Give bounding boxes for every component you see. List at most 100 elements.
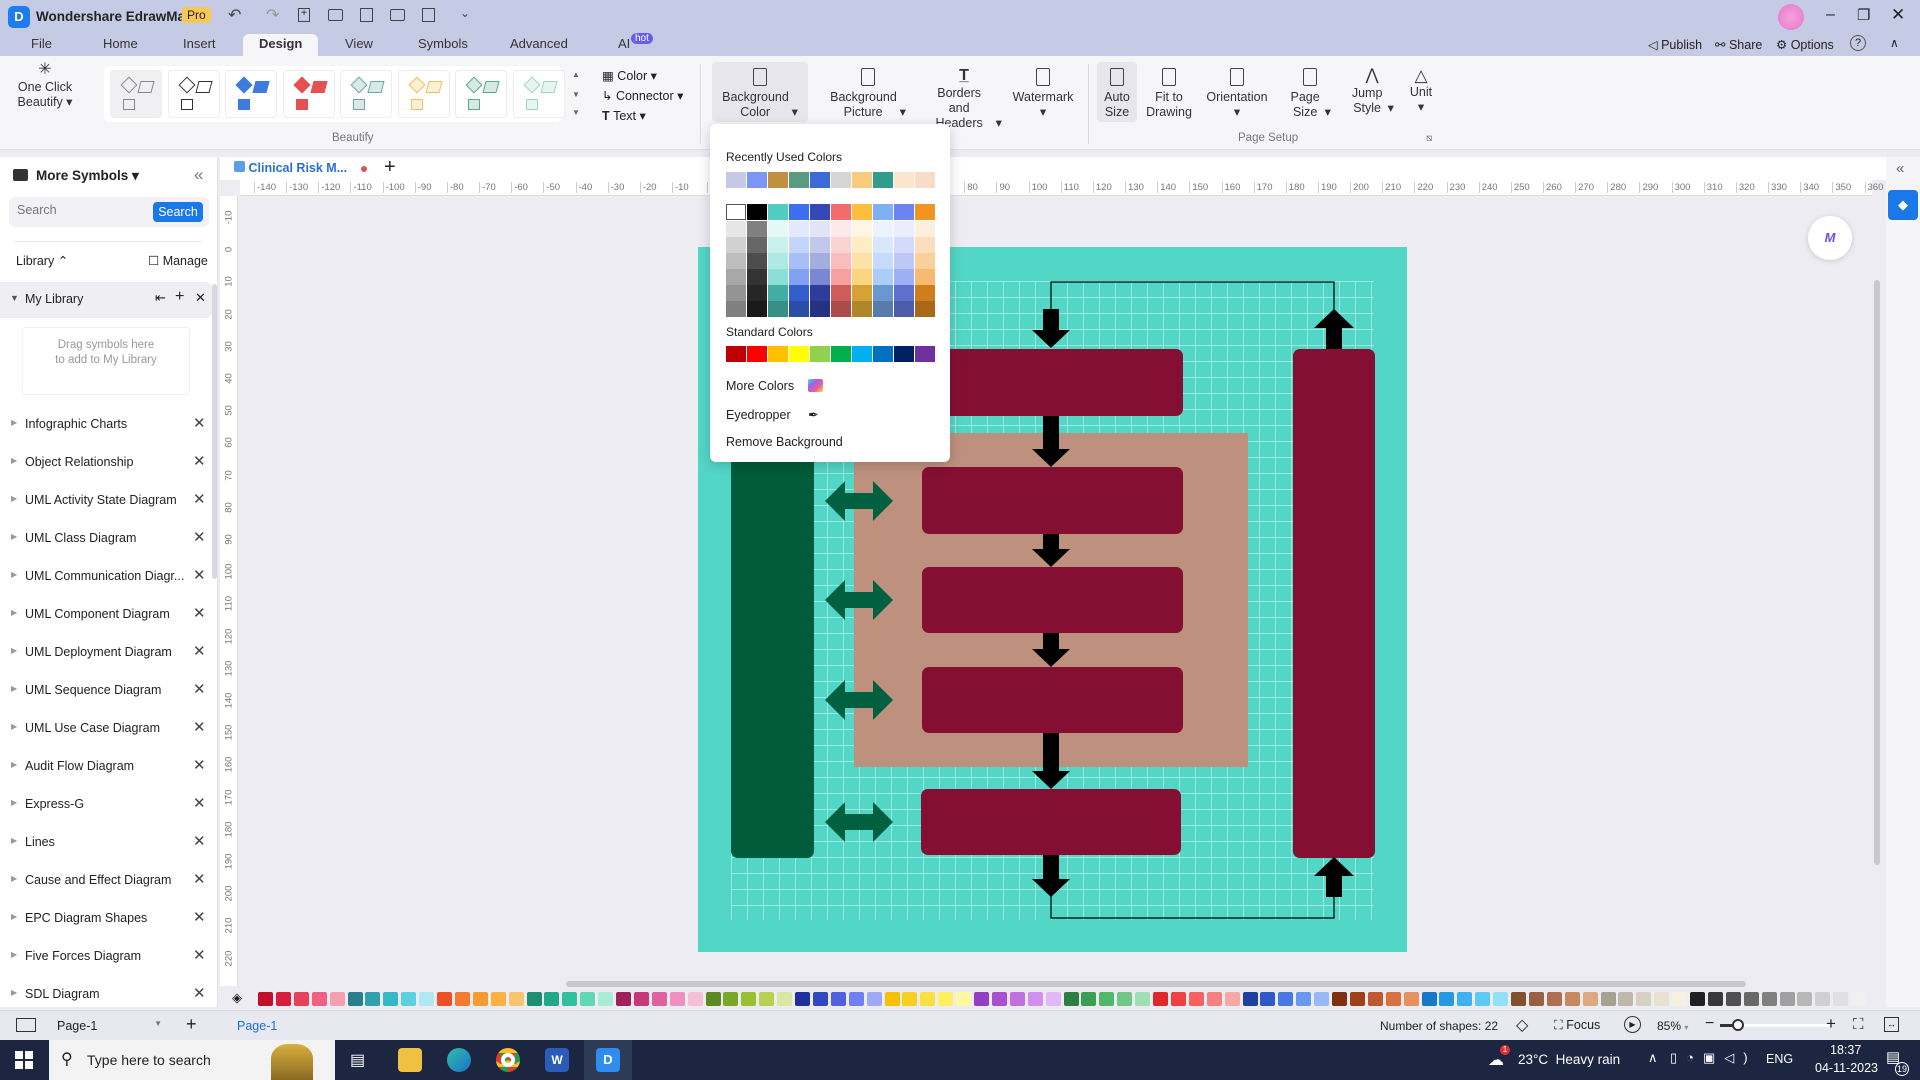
fit-width-icon[interactable]: ↔ — [1884, 1017, 1899, 1032]
theme-color-swatch[interactable] — [768, 237, 788, 253]
theme-color-swatch[interactable] — [768, 221, 788, 237]
palette-color-swatch[interactable] — [562, 992, 578, 1006]
standard-color-swatch[interactable] — [852, 346, 872, 362]
theme-color-swatch[interactable] — [768, 301, 788, 317]
theme-color-swatch[interactable] — [873, 301, 893, 317]
theme-color-swatch[interactable] — [768, 285, 788, 301]
palette-color-swatch[interactable] — [1188, 992, 1204, 1006]
recent-color-swatch[interactable] — [768, 172, 788, 188]
theme-color-swatch[interactable] — [831, 269, 851, 285]
theme-color-swatch[interactable] — [726, 269, 746, 285]
palette-color-swatch[interactable] — [1833, 992, 1849, 1006]
theme-color-swatch[interactable] — [915, 285, 935, 301]
palette-color-swatch[interactable] — [1743, 992, 1759, 1006]
palette-color-swatch[interactable] — [777, 992, 793, 1006]
palette-color-swatch[interactable] — [419, 992, 435, 1006]
palette-color-swatch[interactable] — [1672, 992, 1688, 1006]
clock-date[interactable]: 04-11-2023 — [1815, 1061, 1878, 1075]
theme-color-swatch[interactable] — [831, 204, 851, 220]
palette-color-swatch[interactable] — [1278, 992, 1294, 1006]
theme-color-swatch[interactable] — [873, 221, 893, 237]
theme-color-swatch[interactable] — [831, 221, 851, 237]
theme-color-swatch[interactable] — [789, 237, 809, 253]
palette-color-swatch[interactable] — [1761, 992, 1777, 1006]
theme-color-swatch[interactable] — [915, 253, 935, 269]
palette-color-swatch[interactable] — [1206, 992, 1222, 1006]
palette-color-swatch[interactable] — [401, 992, 417, 1006]
zoom-in-button[interactable]: + — [1826, 1014, 1836, 1034]
focus-button[interactable]: ⛶ Focus — [1554, 1018, 1600, 1033]
vertical-scrollbar[interactable] — [1874, 280, 1880, 865]
play-icon[interactable]: ▶ — [1624, 1016, 1641, 1033]
palette-color-swatch[interactable] — [1349, 992, 1365, 1006]
theme-color-swatch[interactable] — [726, 204, 746, 220]
theme-color-swatch[interactable] — [726, 221, 746, 237]
chrome-icon[interactable] — [496, 1048, 520, 1072]
palette-color-swatch[interactable] — [526, 992, 542, 1006]
palette-color-swatch[interactable] — [1707, 992, 1723, 1006]
word-icon[interactable]: W — [545, 1048, 569, 1072]
theme-color-swatch[interactable] — [726, 237, 746, 253]
palette-color-swatch[interactable] — [1725, 992, 1741, 1006]
palette-color-swatch[interactable] — [1636, 992, 1652, 1006]
theme-color-swatch[interactable] — [789, 301, 809, 317]
palette-color-swatch[interactable] — [938, 992, 954, 1006]
palette-color-swatch[interactable] — [1117, 992, 1133, 1006]
theme-color-swatch[interactable] — [873, 253, 893, 269]
palette-color-swatch[interactable] — [1153, 992, 1168, 1006]
palette-color-swatch[interactable] — [437, 992, 452, 1006]
theme-color-swatch[interactable] — [789, 204, 809, 220]
theme-color-swatch[interactable] — [852, 221, 872, 237]
process-box-1[interactable] — [930, 349, 1183, 416]
more-colors-item[interactable]: More Colors — [726, 379, 823, 393]
process-box-2[interactable] — [922, 467, 1183, 534]
theme-color-swatch[interactable] — [894, 253, 914, 269]
palette-color-swatch[interactable] — [920, 992, 936, 1006]
palette-color-swatch[interactable] — [1260, 992, 1276, 1006]
palette-color-swatch[interactable] — [347, 992, 363, 1006]
theme-color-swatch[interactable] — [810, 221, 830, 237]
fullscreen-icon[interactable]: ⛶ — [1853, 1016, 1864, 1033]
palette-color-swatch[interactable] — [383, 992, 399, 1006]
language-indicator[interactable]: ENG — [1766, 1052, 1793, 1066]
palette-color-swatch[interactable] — [1403, 992, 1419, 1006]
palette-color-swatch[interactable] — [1296, 992, 1312, 1006]
theme-color-swatch[interactable] — [747, 204, 767, 220]
zoom-out-button[interactable]: − — [1705, 1015, 1714, 1033]
theme-color-swatch[interactable] — [831, 285, 851, 301]
palette-color-swatch[interactable] — [759, 992, 775, 1006]
left-green-bar[interactable] — [731, 420, 814, 858]
recent-color-swatch[interactable] — [789, 172, 809, 188]
edrawmax-icon[interactable]: D — [596, 1048, 620, 1072]
theme-color-swatch[interactable] — [810, 253, 830, 269]
palette-color-swatch[interactable] — [508, 992, 524, 1006]
palette-color-swatch[interactable] — [329, 992, 345, 1006]
palette-color-swatch[interactable] — [1618, 992, 1634, 1006]
page-selector[interactable]: Page-1 ▼ — [57, 1019, 162, 1033]
palette-color-swatch[interactable] — [1564, 992, 1580, 1006]
standard-color-swatch[interactable] — [810, 346, 830, 362]
palette-color-swatch[interactable] — [1457, 992, 1473, 1006]
palette-color-swatch[interactable] — [1779, 992, 1795, 1006]
palette-color-swatch[interactable] — [1224, 992, 1240, 1006]
theme-color-swatch[interactable] — [915, 237, 935, 253]
theme-color-swatch[interactable] — [726, 253, 746, 269]
palette-color-swatch[interactable] — [472, 992, 488, 1006]
palette-color-swatch[interactable] — [293, 992, 309, 1006]
process-box-4[interactable] — [922, 667, 1183, 733]
theme-color-swatch[interactable] — [810, 237, 830, 253]
theme-color-swatch[interactable] — [852, 269, 872, 285]
theme-color-swatch[interactable] — [894, 301, 914, 317]
palette-color-swatch[interactable] — [705, 992, 721, 1006]
right-feedback-bar[interactable] — [1293, 349, 1375, 858]
palette-color-swatch[interactable] — [651, 992, 667, 1006]
recent-color-swatch[interactable] — [915, 172, 935, 188]
theme-color-swatch[interactable] — [852, 237, 872, 253]
palette-color-swatch[interactable] — [669, 992, 685, 1006]
add-page-button[interactable]: + — [186, 1014, 197, 1035]
standard-color-swatch[interactable] — [831, 346, 851, 362]
palette-color-swatch[interactable] — [1009, 992, 1025, 1006]
zoom-slider[interactable] — [1720, 1019, 1830, 1031]
theme-color-swatch[interactable] — [831, 301, 851, 317]
palette-color-swatch[interactable] — [1242, 992, 1258, 1006]
